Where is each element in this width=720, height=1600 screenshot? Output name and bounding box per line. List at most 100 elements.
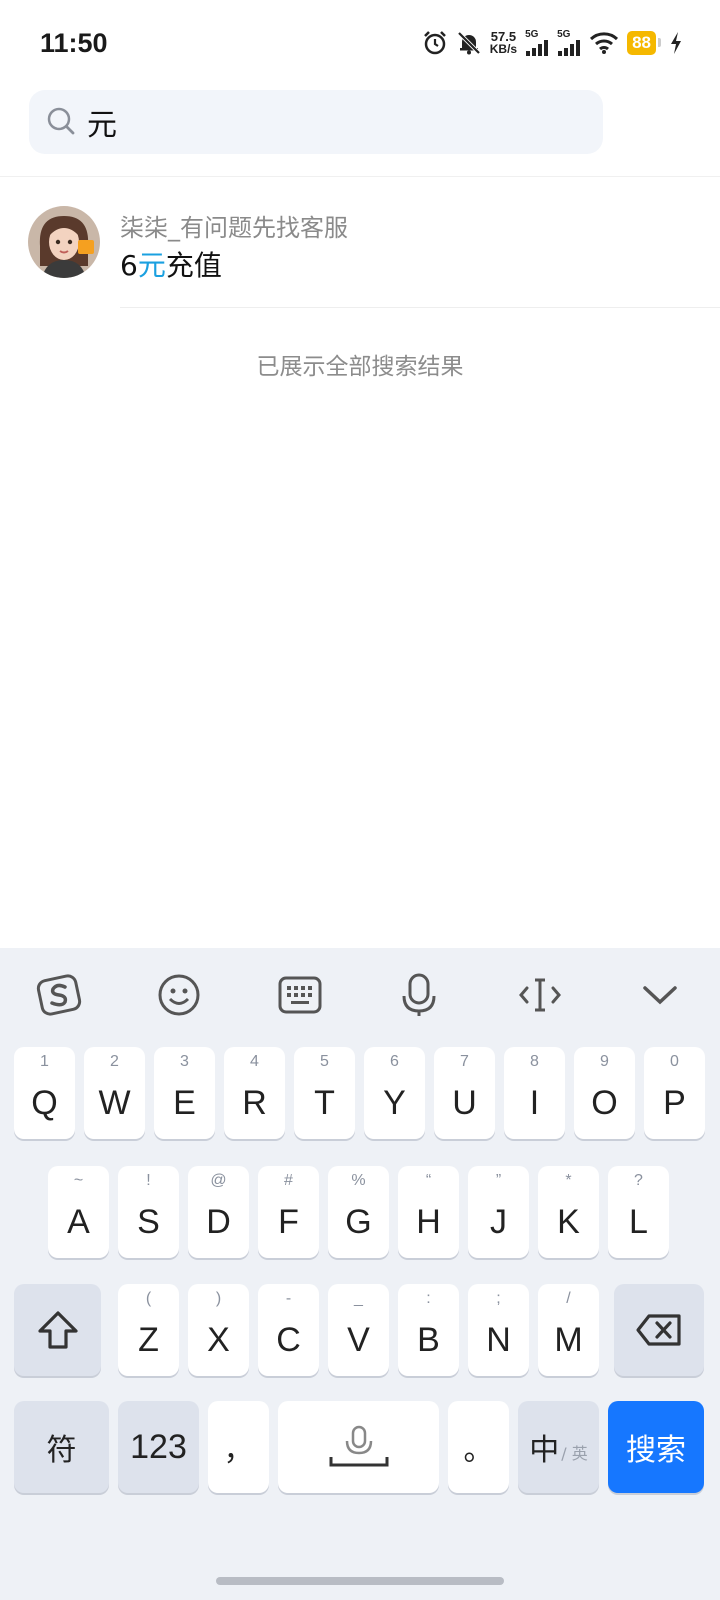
key-e[interactable]: 3E: [154, 1047, 215, 1139]
alarm-icon: [422, 30, 448, 56]
keyboard-icon[interactable]: [275, 970, 325, 1020]
search-box[interactable]: [29, 90, 603, 154]
key-label: H: [416, 1202, 441, 1241]
signal-1-label: 5G: [525, 29, 539, 40]
key-label: G: [345, 1202, 372, 1241]
sogou-logo-icon[interactable]: [34, 970, 84, 1020]
space-key[interactable]: [278, 1401, 439, 1493]
key-secondary-label: _: [354, 1290, 363, 1307]
key-label: U: [452, 1083, 477, 1122]
key-l[interactable]: ? L: [608, 1166, 669, 1258]
key-j[interactable]: ” J: [468, 1166, 529, 1258]
key-v[interactable]: _ V: [328, 1284, 389, 1376]
key-label: S: [137, 1202, 160, 1241]
comma-key-label: ，: [223, 1433, 254, 1468]
backspace-icon: [636, 1314, 681, 1346]
divider: [120, 307, 720, 308]
symbols-key-label: 符: [46, 1433, 77, 1468]
key-label: W: [98, 1083, 131, 1122]
key-x[interactable]: ) X: [188, 1284, 249, 1376]
key-y[interactable]: 6Y: [364, 1047, 425, 1139]
key-k[interactable]: * K: [538, 1166, 599, 1258]
end-of-results-note: 已展示全部搜索结果: [256, 354, 464, 380]
key-d[interactable]: @ D: [188, 1166, 249, 1258]
search-input[interactable]: [87, 100, 567, 144]
signal-1: 5G: [525, 30, 549, 56]
microphone-icon[interactable]: [394, 970, 444, 1020]
key-secondary-label: “: [425, 1172, 432, 1189]
keyboard-toolbar: [0, 948, 720, 1038]
key-secondary-label: :: [426, 1290, 431, 1307]
key-secondary-label: ~: [73, 1172, 84, 1189]
key-o[interactable]: 9O: [574, 1047, 635, 1139]
key-label: Q: [31, 1083, 58, 1122]
key-label: P: [663, 1083, 686, 1122]
result-message: 6元充值: [120, 244, 222, 284]
key-label: R: [242, 1083, 267, 1122]
signal-2-label: 5G: [557, 29, 571, 40]
home-indicator[interactable]: [216, 1577, 504, 1585]
language-switch-key[interactable]: 中 / 英: [518, 1401, 599, 1493]
key-c[interactable]: -C: [258, 1284, 319, 1376]
key-u[interactable]: 7U: [434, 1047, 495, 1139]
key-label: A: [67, 1202, 90, 1241]
key-secondary-label: 3: [180, 1053, 189, 1070]
key-secondary-label: 2: [110, 1053, 119, 1070]
cursor-icon[interactable]: [515, 970, 565, 1020]
key-secondary-label: 8: [530, 1053, 539, 1070]
avatar: [28, 206, 100, 278]
key-label: F: [278, 1202, 299, 1241]
search-key[interactable]: 搜索: [608, 1401, 704, 1493]
key-label: K: [557, 1202, 580, 1241]
key-secondary-label: @: [210, 1172, 227, 1189]
key-z[interactable]: (Z: [118, 1284, 179, 1376]
key-a[interactable]: ~ A: [48, 1166, 109, 1258]
key-label: Y: [383, 1083, 406, 1122]
status-time: 11:50: [40, 28, 108, 58]
key-label: V: [347, 1320, 370, 1359]
comma-key[interactable]: ，: [208, 1401, 269, 1493]
symbols-key[interactable]: 符: [14, 1401, 109, 1493]
key-p[interactable]: 0P: [644, 1047, 705, 1139]
key-q[interactable]: 1Q: [14, 1047, 75, 1139]
key-h[interactable]: “H: [398, 1166, 459, 1258]
shift-key[interactable]: [14, 1284, 101, 1376]
status-bar: 11:50 57.5 KB/s 5G 5G 88: [0, 0, 720, 90]
key-b[interactable]: :B: [398, 1284, 459, 1376]
key-f[interactable]: # F: [258, 1166, 319, 1258]
key-label: J: [490, 1202, 507, 1241]
key-secondary-label: ;: [496, 1290, 501, 1307]
language-main-label: 中: [529, 1433, 560, 1468]
key-i[interactable]: 8I: [504, 1047, 565, 1139]
key-label: T: [314, 1083, 335, 1122]
search-key-label: 搜索: [626, 1433, 686, 1468]
key-secondary-label: /: [566, 1290, 571, 1307]
battery-level: 88: [627, 31, 661, 55]
key-w[interactable]: 2W: [84, 1047, 145, 1139]
key-secondary-label: 0: [670, 1053, 679, 1070]
key-secondary-label: 1: [40, 1053, 49, 1070]
space-mic-icon: [329, 1425, 388, 1467]
key-secondary-label: %: [351, 1172, 366, 1189]
key-m[interactable]: / M: [538, 1284, 599, 1376]
emoji-icon[interactable]: [154, 970, 204, 1020]
key-label: X: [207, 1320, 230, 1359]
chevron-down-icon[interactable]: [635, 970, 685, 1020]
period-key[interactable]: 。: [448, 1401, 509, 1493]
key-r[interactable]: 4R: [224, 1047, 285, 1139]
net-speed: 57.5 KB/s: [490, 30, 517, 55]
key-s[interactable]: ! S: [118, 1166, 179, 1258]
result-text-highlight: 元: [137, 249, 166, 282]
key-secondary-label: 4: [250, 1053, 259, 1070]
backspace-key[interactable]: [614, 1284, 704, 1376]
search-result-item[interactable]: 柒柒_有问题先找客服 6元充值: [0, 200, 720, 308]
result-name: 柒柒_有问题先找客服: [120, 214, 348, 242]
key-label: N: [486, 1320, 511, 1359]
key-secondary-label: ?: [634, 1172, 643, 1189]
signal-bars-icon: [558, 40, 581, 56]
key-g[interactable]: % G: [328, 1166, 389, 1258]
key-secondary-label: ”: [495, 1172, 502, 1189]
key-n[interactable]: ; N: [468, 1284, 529, 1376]
key-t[interactable]: 5T: [294, 1047, 355, 1139]
numbers-key[interactable]: 123: [118, 1401, 199, 1493]
